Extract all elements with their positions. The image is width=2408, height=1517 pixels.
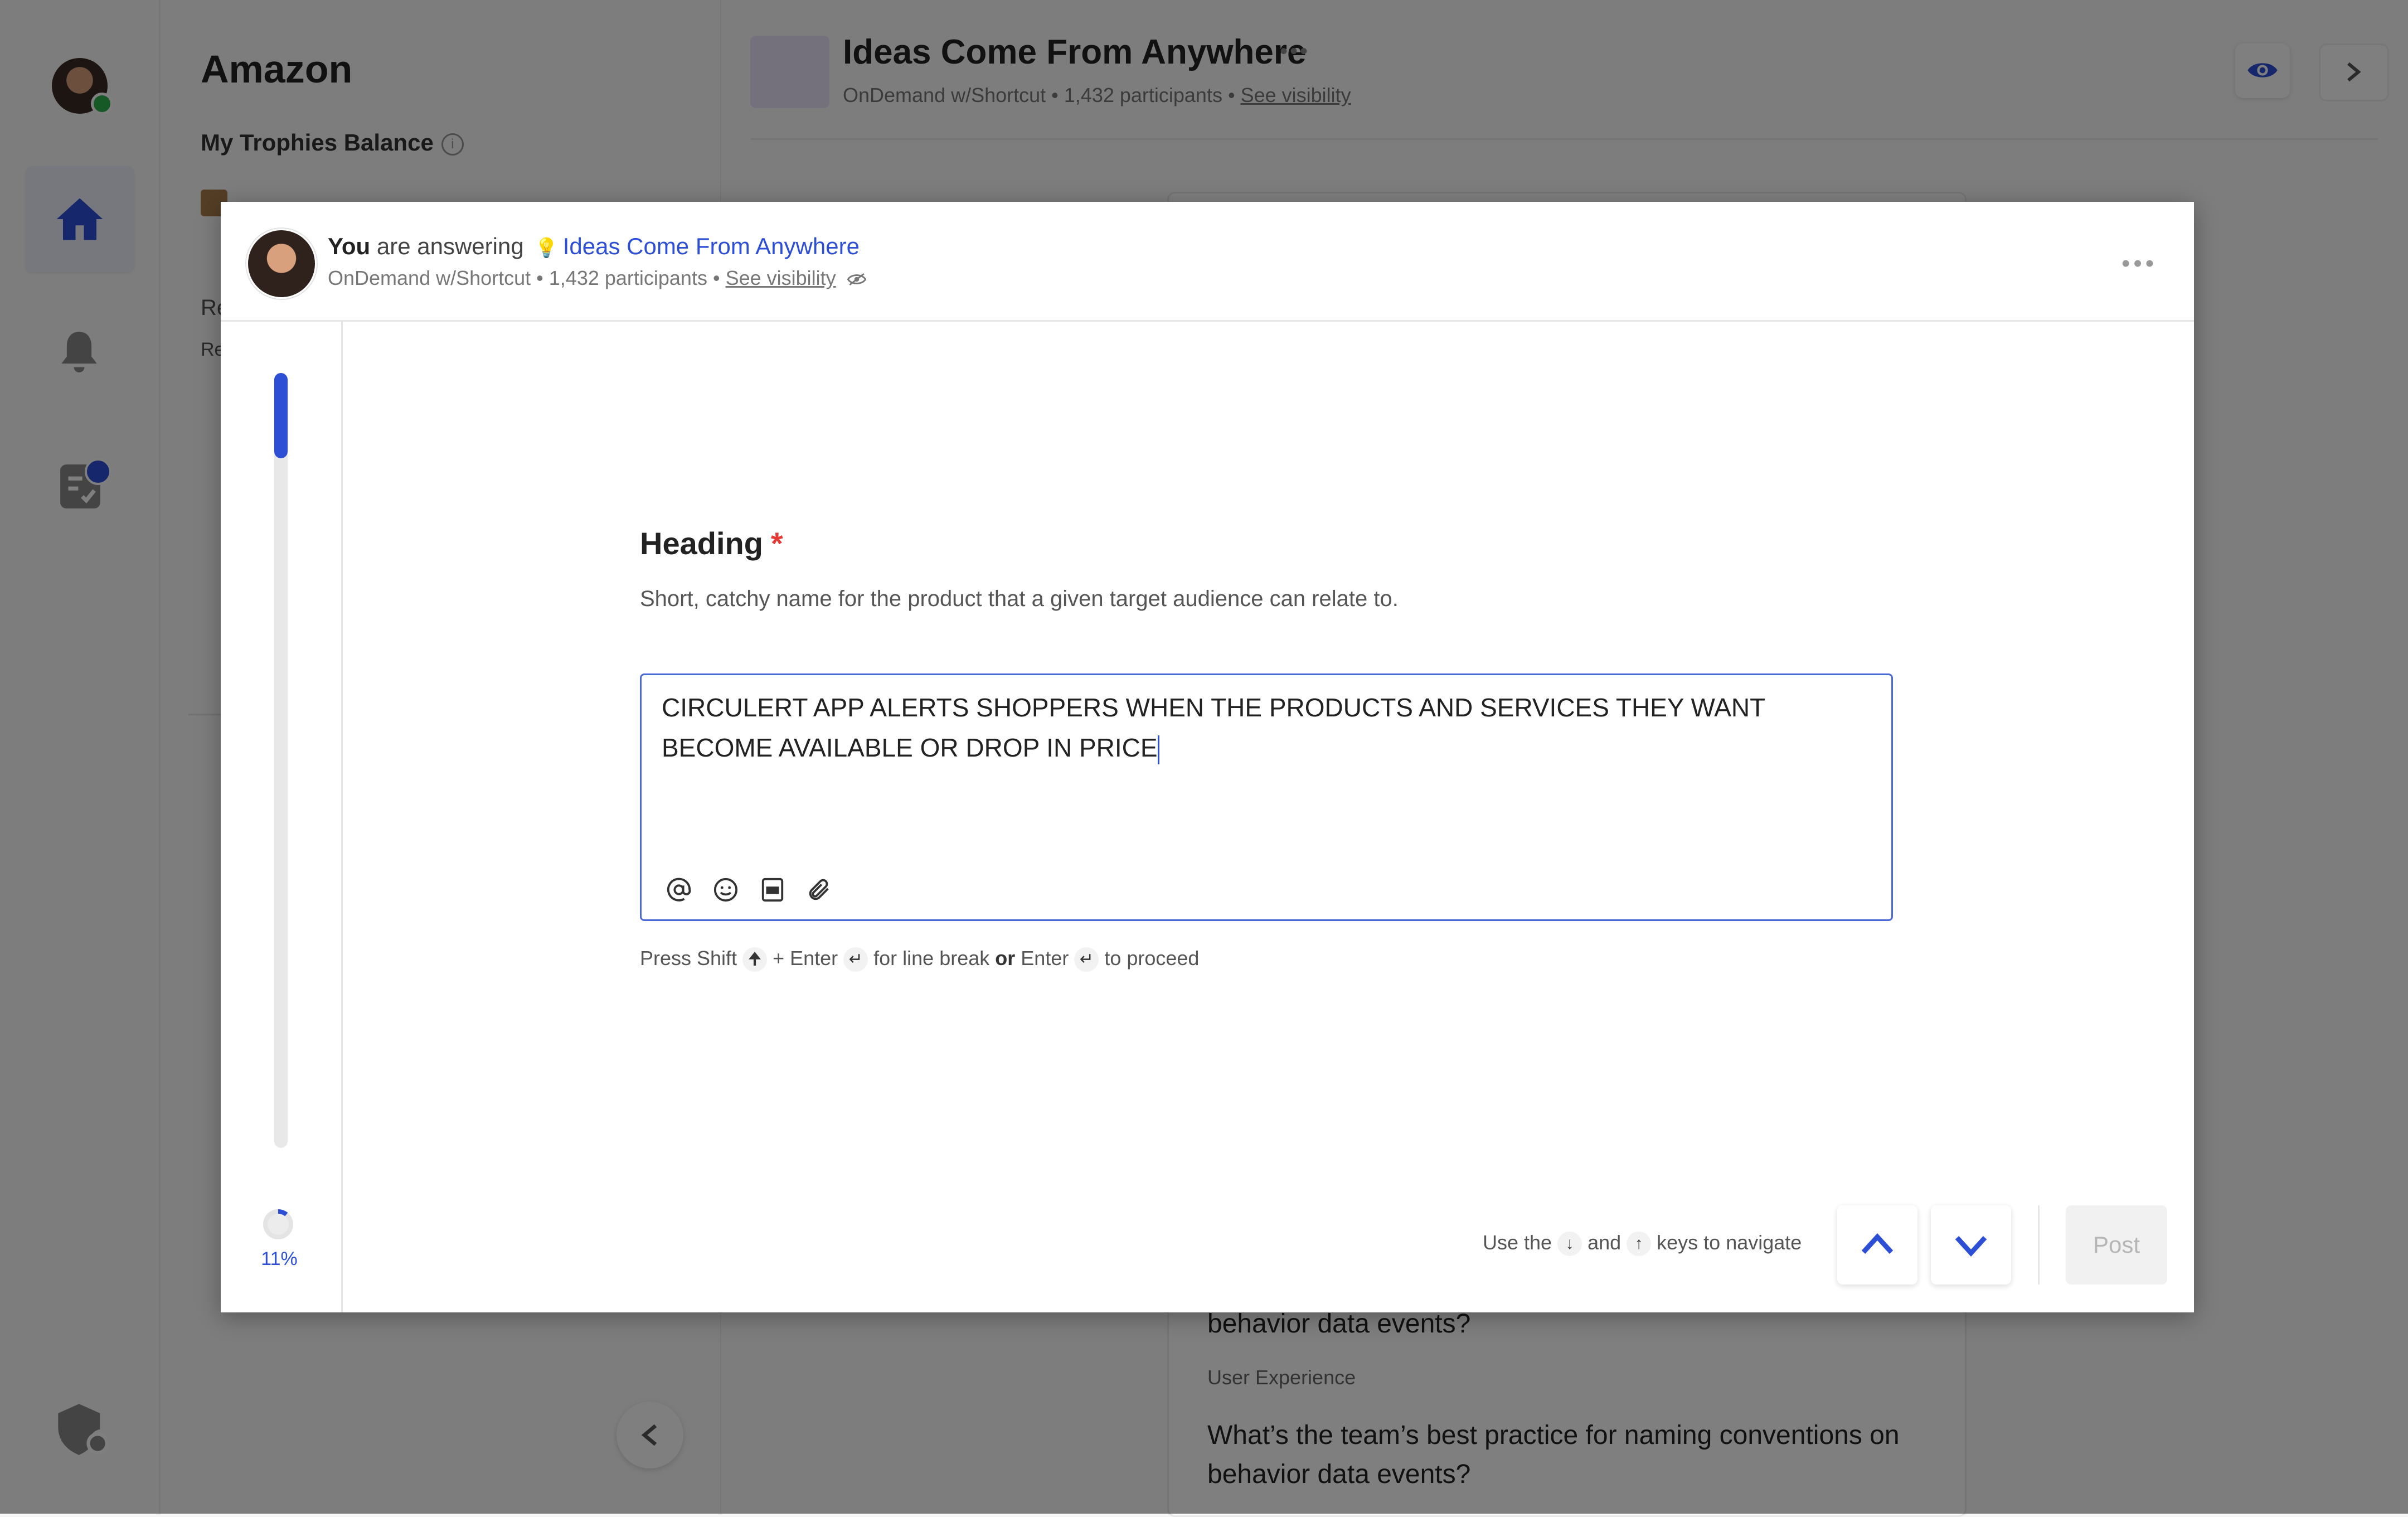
- attachment-icon[interactable]: [807, 877, 832, 903]
- gif-icon[interactable]: [760, 877, 785, 903]
- answer-input[interactable]: CIRCULERT APP ALERTS SHOPPERS WHEN THE P…: [640, 673, 1893, 921]
- keyboard-hint: Press Shift 🠉 + Enter ↵ for line break or En…: [640, 947, 1199, 972]
- mention-icon[interactable]: [666, 877, 692, 903]
- progress-ring: [263, 1209, 293, 1239]
- enter-key-icon: ↵: [843, 947, 868, 972]
- required-mark: *: [770, 526, 783, 561]
- post-button[interactable]: Post: [2066, 1205, 2167, 1285]
- arrow-down-key-icon: ↓: [1557, 1232, 1582, 1257]
- modal-header: You are answering 💡 Ideas Come From Anywh…: [221, 202, 2194, 322]
- progress-percent: 11%: [261, 1248, 298, 1269]
- answering-line: You are answering 💡 Ideas Come From Anywh…: [328, 233, 860, 259]
- editor-toolbar: [666, 877, 832, 905]
- more-options-icon[interactable]: •••: [2121, 250, 2157, 278]
- enter-key-icon: ↵: [1074, 947, 1099, 972]
- emoji-icon[interactable]: [713, 877, 739, 903]
- question-scroll-track[interactable]: [274, 373, 288, 1148]
- challenge-meta: OnDemand w/Shortcut • 1,432 participants…: [328, 266, 866, 290]
- see-visibility-link[interactable]: See visibility: [726, 266, 836, 289]
- answer-modal: You are answering 💡 Ideas Come From Anywh…: [221, 202, 2194, 1312]
- question-description: Short, catchy name for the product that …: [640, 587, 1399, 611]
- text-caret: [1157, 735, 1159, 764]
- question-scroll-thumb[interactable]: [274, 373, 288, 458]
- chevron-down-icon: [1955, 1236, 1987, 1257]
- eye-off-icon: [847, 273, 866, 286]
- navigation-hint: Use the ↓ and ↑ keys to navigate: [1483, 1231, 1802, 1257]
- challenge-link[interactable]: Ideas Come From Anywhere: [563, 233, 860, 259]
- footer-divider: [2038, 1205, 2040, 1285]
- arrow-up-key-icon: ↑: [1627, 1232, 1652, 1257]
- next-question-button[interactable]: [1931, 1205, 2011, 1285]
- user-avatar: [246, 229, 317, 299]
- previous-question-button[interactable]: [1837, 1205, 1917, 1285]
- lightbulb-icon: 💡: [535, 238, 559, 259]
- progress-column: 11%: [221, 322, 343, 1312]
- chevron-up-icon: [1861, 1233, 1894, 1254]
- shift-key-icon: 🠉: [742, 947, 768, 972]
- answer-text[interactable]: CIRCULERT APP ALERTS SHOPPERS WHEN THE P…: [662, 687, 1866, 768]
- question-heading: Heading *: [640, 526, 783, 561]
